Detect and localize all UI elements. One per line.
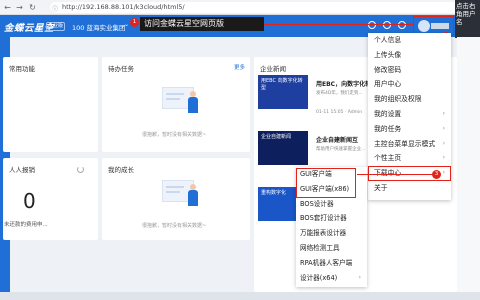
menu-item-upload-avatar[interactable]: 上传头像 — [368, 48, 451, 63]
menu-item-change-password[interactable]: 修改密码 — [368, 63, 451, 78]
news-thumbnail[interactable]: 企业自建新闻 — [258, 131, 308, 165]
submenu-item-network-tool[interactable]: 网络检测工具 — [296, 241, 367, 256]
bottom-scrollbar[interactable] — [0, 292, 480, 300]
empty-message: 很抱歉，暂时没有相关数据~ — [142, 132, 207, 138]
reload-icon[interactable]: ↻ — [28, 3, 37, 12]
empty-illustration — [162, 180, 202, 208]
empty-message: 很抱歉，暂时没有相关数据~ — [142, 223, 207, 229]
menu-item-user-center[interactable]: 用户中心 — [368, 77, 451, 92]
menu-item-about[interactable]: 关于 — [368, 181, 451, 196]
refresh-icon[interactable] — [77, 166, 84, 173]
menu-item-settings[interactable]: 我的设置 › — [368, 107, 451, 122]
info-icon[interactable]: ⓘ — [52, 4, 58, 13]
annotation-callout: 访问金蝶云星空网页版 — [140, 17, 264, 31]
annotation-highlight-box — [296, 168, 356, 198]
forward-icon[interactable]: → — [15, 3, 24, 12]
card-title: 我的成长 — [108, 166, 134, 174]
card-todo: 待办任务 更多 很抱歉，暂时没有相关数据~ — [102, 57, 250, 152]
menu-item-display-mode[interactable]: 主控台菜单显示模式 › — [368, 137, 451, 152]
search-icon[interactable] — [368, 21, 376, 29]
user-name-blurred — [431, 23, 449, 29]
news-meta: 01-11 15:05 · Admin — [316, 110, 363, 115]
annotation-right-tip: 点击右角用户名 — [455, 0, 480, 38]
news-title[interactable]: 企业自建新闻互 — [316, 135, 358, 144]
submenu-item-bos-designer[interactable]: BOS设计器 — [296, 197, 367, 212]
annotation-line — [264, 24, 414, 25]
news-desc: 发布4D年，我们走到... — [316, 91, 363, 96]
help-icon[interactable] — [383, 21, 391, 29]
step-badge-3: 3 — [432, 170, 441, 179]
menu-item-homepage[interactable]: 个性主页 › — [368, 151, 451, 166]
menu-item-tasks[interactable]: 我的任务 › — [368, 122, 451, 137]
submenu-item-designer-x64[interactable]: 设计器(x64) › — [296, 271, 367, 286]
news-thumbnail[interactable]: 用EBC 向数字化转型 — [258, 75, 308, 109]
browser-address-bar: ← → ↻ http://192.168.88.101/k3cloud/html… — [0, 0, 480, 15]
more-link[interactable]: 更多 — [234, 63, 245, 71]
org-selector[interactable]: 100 蓝海实业集团 — [72, 22, 125, 32]
submenu-item-report-designer[interactable]: 万能报表设计器 — [296, 226, 367, 241]
right-strip — [457, 37, 480, 300]
card-title: 待办任务 — [108, 65, 134, 73]
annotation-line — [357, 174, 432, 175]
card-common-functions: 常用功能 — [3, 57, 98, 152]
reimburse-count: 0 — [23, 189, 36, 213]
submenu-item-rpa-client[interactable]: RPA机器人客户端 — [296, 256, 367, 271]
reimburse-subtext: 未还款的费用申... — [4, 222, 48, 228]
back-icon[interactable]: ← — [3, 3, 12, 12]
card-growth: 我的成长 很抱歉，暂时没有相关数据~ — [102, 158, 250, 240]
avatar — [418, 20, 430, 32]
edition-tag: 企业版 — [46, 22, 66, 31]
news-desc: 帮助用户快速掌握企业... — [316, 147, 366, 152]
step-badge-1: 1 — [130, 18, 139, 27]
empty-illustration — [162, 87, 202, 115]
submenu-item-bos-print-designer[interactable]: BOS套打设计器 — [296, 211, 367, 226]
menu-item-profile[interactable]: 个人信息 — [368, 33, 451, 48]
menu-item-org-permissions[interactable]: 我的组织及权限 — [368, 92, 451, 107]
url-input[interactable]: http://192.168.88.101/k3cloud/html5/ — [50, 2, 480, 13]
card-title: 人人报销 — [9, 166, 35, 174]
notification-icon[interactable] — [398, 21, 406, 29]
card-title: 常用功能 — [9, 65, 35, 73]
chevron-down-icon[interactable]: ⌄ — [124, 21, 129, 28]
card-title: 企业新闻 — [260, 65, 286, 73]
